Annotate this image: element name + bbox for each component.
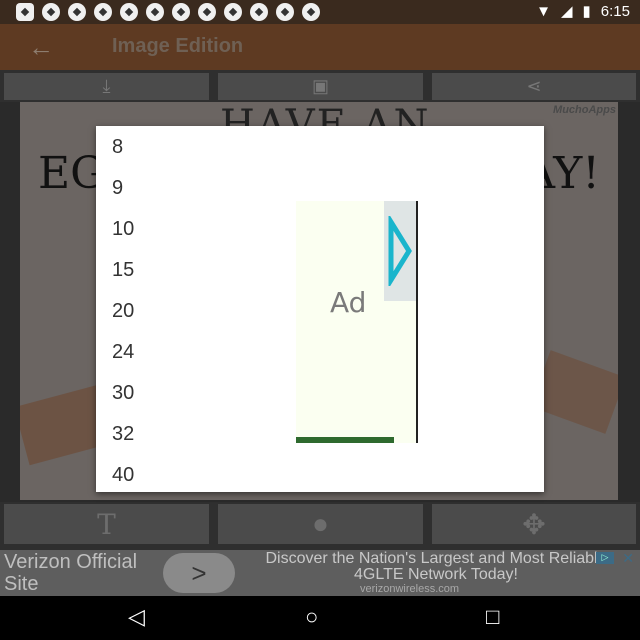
move-icon: ✥: [522, 508, 546, 540]
notification-icons: [16, 3, 320, 21]
download-icon: ⤓: [102, 76, 111, 96]
battery-icon: ▮: [582, 3, 591, 20]
size-option[interactable]: 8: [112, 136, 123, 159]
brand-watermark: MuchoApps: [553, 104, 616, 116]
size-option[interactable]: 10: [112, 218, 134, 241]
adchoices-icon[interactable]: ▷: [596, 552, 614, 564]
ad-label: Ad: [330, 286, 367, 319]
soccer-ball-icon: [120, 3, 138, 21]
signal-icon: ◢: [560, 3, 573, 20]
cloud-icon: [42, 3, 60, 21]
soccer-ball-icon: [146, 3, 164, 21]
palette-icon: ●: [312, 508, 329, 539]
soccer-ball-icon: [172, 3, 190, 21]
app-bar: ← Image Edition: [0, 24, 640, 70]
size-option[interactable]: 24: [112, 341, 134, 364]
size-option[interactable]: 20: [112, 300, 134, 323]
size-option[interactable]: 32: [112, 423, 134, 446]
ad-placeholder[interactable]: Ad: [296, 201, 418, 443]
ad-banner[interactable]: Verizon Official Site > Discover the Nat…: [0, 550, 640, 596]
size-option[interactable]: 15: [112, 259, 134, 282]
ad-url: verizonwireless.com: [360, 583, 460, 595]
navigation-bar: ◁ ○ □: [0, 596, 640, 640]
image-add-icon: ▣: [311, 76, 329, 96]
soccer-ball-icon: [94, 3, 112, 21]
ad-right-text: Discover the Nation's Largest and Most R…: [265, 550, 607, 583]
back-icon[interactable]: ◁: [128, 604, 145, 630]
page-title: Image Edition: [112, 35, 244, 57]
font-size-dialog: 8 9 10 15 20 24 30 32 40 Ad: [96, 126, 544, 492]
soccer-ball-icon: [224, 3, 242, 21]
play-icon[interactable]: [384, 201, 416, 301]
text-tool-button[interactable]: T: [4, 504, 209, 544]
ad-divider: [416, 201, 418, 443]
text-icon: T: [97, 507, 116, 541]
play-triangle-icon: [388, 216, 412, 286]
soccer-ball-icon: [198, 3, 216, 21]
system-icons: ▼ ◢ ▮ 6:15: [536, 2, 630, 21]
share-button[interactable]: ⋖: [432, 73, 636, 100]
size-option[interactable]: 40: [112, 464, 134, 487]
chevron-right-icon: >: [191, 557, 207, 588]
add-image-button[interactable]: ▣: [218, 73, 423, 100]
clock: 6:15: [600, 2, 630, 20]
color-tool-button[interactable]: ●: [218, 504, 423, 544]
soccer-ball-icon: [68, 3, 86, 21]
soccer-ball-icon: [250, 3, 268, 21]
ad-progress-bar: [296, 437, 394, 443]
recents-icon[interactable]: □: [486, 604, 499, 630]
top-toolbar: ⤓ ▣ ⋖: [0, 70, 640, 102]
wifi-icon: ▼: [536, 2, 551, 20]
size-option[interactable]: 30: [112, 382, 134, 405]
ad-arrow-button[interactable]: >: [163, 553, 235, 593]
close-icon[interactable]: ✕: [622, 550, 634, 567]
share-icon: ⋖: [526, 76, 542, 96]
chat-icon: [16, 3, 34, 21]
arrow-left-icon[interactable]: ←: [28, 32, 54, 63]
move-tool-button[interactable]: ✥: [432, 504, 636, 544]
status-bar: ▼ ◢ ▮ 6:15: [0, 0, 640, 24]
ad-left-text: Verizon Official Site: [4, 551, 138, 595]
soccer-ball-icon: [276, 3, 294, 21]
size-option[interactable]: 9: [112, 177, 123, 200]
soccer-ball-icon: [302, 3, 320, 21]
bottom-toolbar: T ● ✥: [0, 502, 640, 550]
home-icon[interactable]: ○: [305, 604, 318, 630]
download-button[interactable]: ⤓: [4, 73, 209, 100]
